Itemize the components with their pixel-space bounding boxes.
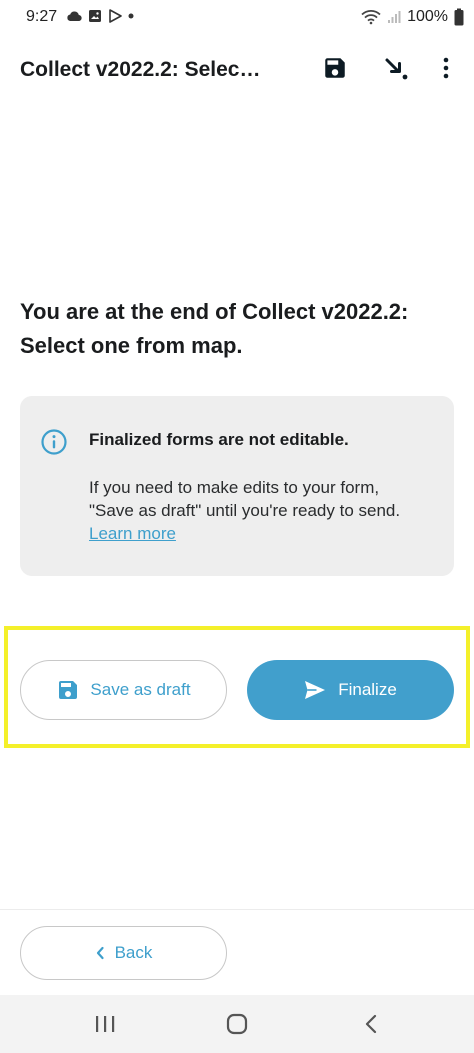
battery-percent: 100% bbox=[407, 8, 448, 25]
wifi-icon bbox=[361, 10, 381, 25]
info-heading: Finalized forms are not editable. bbox=[89, 430, 349, 449]
jump-to-question-button[interactable] bbox=[380, 52, 412, 84]
play-store-icon bbox=[109, 9, 122, 23]
info-body: If you need to make edits to your form, … bbox=[89, 476, 419, 545]
home-button[interactable] bbox=[217, 1009, 257, 1039]
more-options-button[interactable] bbox=[430, 52, 462, 84]
save-icon bbox=[325, 58, 345, 78]
end-of-form-title: You are at the end of Collect v2022.2: S… bbox=[20, 299, 409, 358]
recent-apps-icon bbox=[96, 1016, 115, 1032]
page-title: Collect v2022.2: Selec… bbox=[20, 58, 261, 81]
signal-icon bbox=[388, 11, 401, 23]
more-vert-icon bbox=[443, 57, 449, 79]
status-system-icons: 100% bbox=[361, 8, 464, 26]
footer-divider bbox=[0, 909, 474, 910]
send-icon bbox=[305, 681, 326, 699]
back-button[interactable]: Back bbox=[20, 926, 227, 980]
dot-icon bbox=[128, 13, 134, 19]
info-icon bbox=[41, 429, 67, 455]
save-form-button[interactable] bbox=[319, 52, 351, 84]
info-card: Finalized forms are not editable. If you… bbox=[20, 396, 454, 576]
home-icon bbox=[226, 1013, 248, 1035]
status-time: 9:27 bbox=[26, 8, 58, 25]
save-as-draft-label: Save as draft bbox=[90, 680, 191, 699]
system-back-button[interactable] bbox=[351, 1009, 391, 1039]
cloud-icon bbox=[67, 11, 82, 22]
chevron-left-icon bbox=[96, 946, 104, 960]
info-body-text: If you need to make edits to your form, … bbox=[89, 478, 401, 520]
status-bar: 9:27 100% bbox=[0, 0, 474, 34]
save-as-draft-button[interactable]: Save as draft bbox=[20, 660, 227, 720]
save-icon bbox=[59, 681, 78, 699]
recent-apps-button[interactable] bbox=[85, 1009, 125, 1039]
finalize-label: Finalize bbox=[338, 680, 397, 699]
system-navigation-bar bbox=[0, 995, 474, 1053]
back-arrow-icon bbox=[365, 1014, 377, 1034]
finalize-button[interactable]: Finalize bbox=[247, 660, 454, 720]
battery-icon bbox=[454, 8, 464, 26]
status-notification-icons bbox=[66, 9, 134, 23]
image-icon bbox=[89, 10, 101, 22]
jump-to-icon bbox=[385, 58, 408, 80]
learn-more-link[interactable]: Learn more bbox=[89, 524, 176, 543]
back-label: Back bbox=[114, 943, 153, 962]
